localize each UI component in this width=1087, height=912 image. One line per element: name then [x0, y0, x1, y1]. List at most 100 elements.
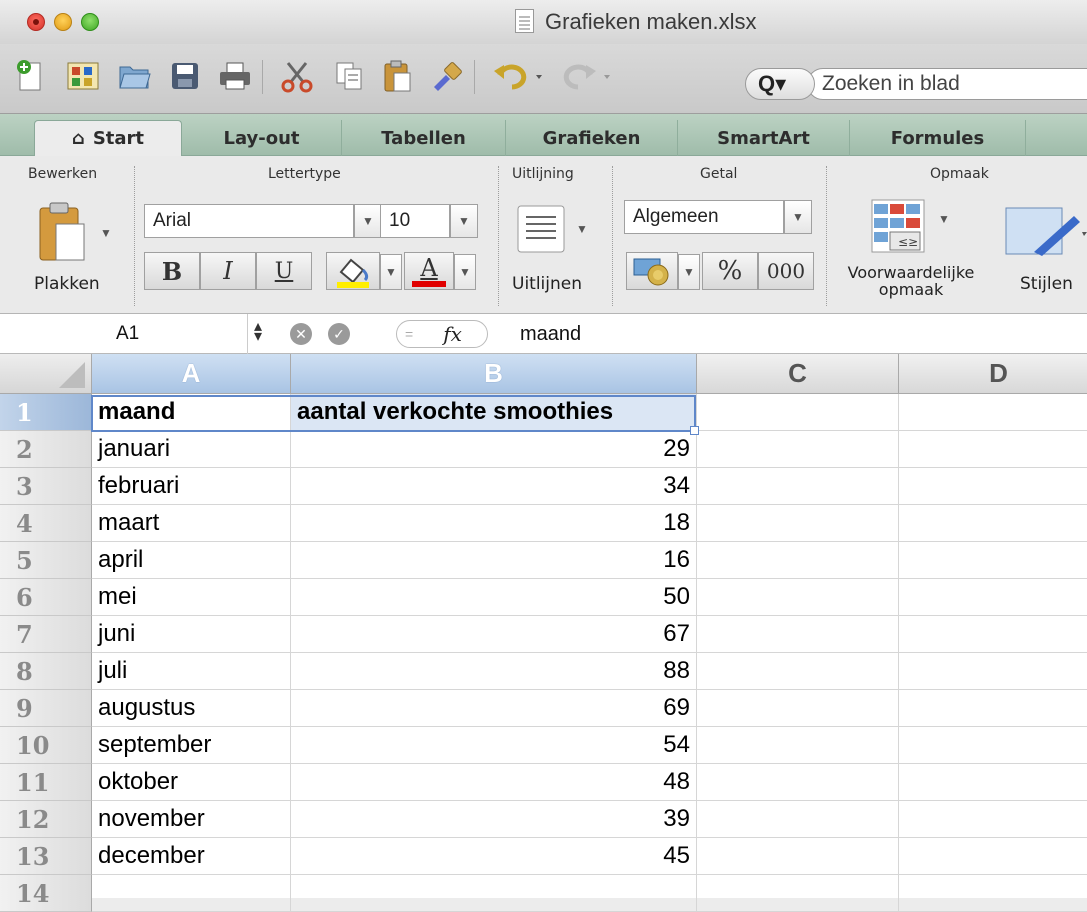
font-size-chevron-icon[interactable]: ▼: [450, 204, 478, 238]
column-header-b[interactable]: B: [291, 354, 697, 394]
table-cell[interactable]: januari: [92, 431, 291, 468]
column-header-d[interactable]: D: [899, 354, 1087, 394]
row-header[interactable]: 11: [0, 764, 92, 801]
styles-button[interactable]: [1004, 206, 1087, 266]
table-cell[interactable]: maand: [92, 394, 291, 431]
table-cell[interactable]: [899, 690, 1087, 727]
table-cell[interactable]: 18: [291, 505, 697, 542]
copy-icon[interactable]: [330, 56, 368, 96]
search-icon[interactable]: Q▾: [745, 68, 815, 100]
cut-icon[interactable]: [278, 56, 316, 96]
gallery-icon[interactable]: [64, 56, 102, 96]
table-cell[interactable]: 50: [291, 579, 697, 616]
tab-tabellen[interactable]: Tabellen: [342, 120, 506, 156]
cancel-icon[interactable]: ✕: [290, 323, 312, 345]
table-cell[interactable]: [899, 838, 1087, 875]
table-cell[interactable]: [291, 875, 697, 912]
number-format-select[interactable]: Algemeen: [624, 200, 784, 234]
thousands-separator-button[interactable]: 000: [758, 252, 814, 290]
row-header[interactable]: 1: [0, 394, 92, 431]
tab-formules[interactable]: Formules: [850, 120, 1026, 156]
table-cell[interactable]: [697, 875, 899, 912]
tab-start[interactable]: ⌂ Start: [34, 120, 182, 156]
table-cell[interactable]: 34: [291, 468, 697, 505]
fill-color-button[interactable]: [326, 252, 380, 290]
table-cell[interactable]: juni: [92, 616, 291, 653]
table-cell[interactable]: mei: [92, 579, 291, 616]
percent-button[interactable]: %: [702, 252, 758, 290]
table-cell[interactable]: [899, 431, 1087, 468]
table-cell[interactable]: juli: [92, 653, 291, 690]
table-cell[interactable]: [899, 394, 1087, 431]
table-cell[interactable]: december: [92, 838, 291, 875]
new-document-icon[interactable]: [12, 56, 50, 96]
row-header[interactable]: 5: [0, 542, 92, 579]
print-icon[interactable]: [216, 56, 254, 96]
table-cell[interactable]: [697, 801, 899, 838]
open-icon[interactable]: [116, 56, 154, 96]
format-painter-icon[interactable]: [428, 56, 466, 96]
table-cell[interactable]: 54: [291, 727, 697, 764]
row-header[interactable]: 13: [0, 838, 92, 875]
row-header[interactable]: 3: [0, 468, 92, 505]
table-cell[interactable]: 29: [291, 431, 697, 468]
table-cell[interactable]: [697, 579, 899, 616]
table-cell[interactable]: [899, 875, 1087, 912]
table-cell[interactable]: [899, 505, 1087, 542]
tab-smartart[interactable]: SmartArt: [678, 120, 850, 156]
table-cell[interactable]: 69: [291, 690, 697, 727]
paste-button[interactable]: ▼: [32, 200, 112, 280]
table-cell[interactable]: [899, 801, 1087, 838]
confirm-icon[interactable]: ✓: [328, 323, 350, 345]
row-header[interactable]: 4: [0, 505, 92, 542]
number-format-chevron-icon[interactable]: ▼: [784, 200, 812, 234]
column-header-c[interactable]: C: [697, 354, 899, 394]
table-cell[interactable]: april: [92, 542, 291, 579]
table-cell[interactable]: [92, 875, 291, 912]
table-cell[interactable]: [899, 579, 1087, 616]
table-cell[interactable]: [697, 653, 899, 690]
italic-button[interactable]: I: [200, 252, 256, 290]
table-cell[interactable]: 16: [291, 542, 697, 579]
table-cell[interactable]: [899, 468, 1087, 505]
name-box-stepper-icon[interactable]: ▴ ▾: [254, 319, 262, 345]
table-cell[interactable]: 45: [291, 838, 697, 875]
table-cell[interactable]: [697, 505, 899, 542]
conditional-formatting-button[interactable]: ≤≥ ▼: [868, 198, 968, 264]
table-cell[interactable]: september: [92, 727, 291, 764]
tab-layout[interactable]: Lay-out: [182, 120, 342, 156]
table-cell[interactable]: maart: [92, 505, 291, 542]
row-header[interactable]: 2: [0, 431, 92, 468]
table-cell[interactable]: [899, 764, 1087, 801]
undo-icon[interactable]: [490, 56, 550, 96]
row-header[interactable]: 12: [0, 801, 92, 838]
column-header-a[interactable]: A: [92, 354, 291, 394]
table-cell[interactable]: [697, 431, 899, 468]
search-input[interactable]: [807, 68, 1087, 100]
table-cell[interactable]: [697, 838, 899, 875]
align-button[interactable]: ▼: [516, 204, 596, 264]
select-all-button[interactable]: [0, 354, 92, 394]
font-name-select[interactable]: Arial: [144, 204, 354, 238]
table-cell[interactable]: november: [92, 801, 291, 838]
table-cell[interactable]: [899, 727, 1087, 764]
underline-button[interactable]: U: [256, 252, 312, 290]
insert-function-button[interactable]: = fx: [396, 320, 488, 348]
row-header[interactable]: 6: [0, 579, 92, 616]
table-cell[interactable]: [697, 616, 899, 653]
font-name-chevron-icon[interactable]: ▼: [354, 204, 382, 238]
table-cell[interactable]: [697, 542, 899, 579]
tab-grafieken[interactable]: Grafieken: [506, 120, 678, 156]
table-cell[interactable]: [697, 690, 899, 727]
table-cell[interactable]: februari: [92, 468, 291, 505]
paste-icon[interactable]: [378, 56, 416, 96]
table-cell[interactable]: oktober: [92, 764, 291, 801]
table-cell[interactable]: 39: [291, 801, 697, 838]
save-icon[interactable]: [166, 56, 204, 96]
minimize-window-button[interactable]: [54, 13, 72, 31]
fill-color-chevron-icon[interactable]: ▼: [380, 254, 402, 290]
table-cell[interactable]: 67: [291, 616, 697, 653]
row-header[interactable]: 7: [0, 616, 92, 653]
bold-button[interactable]: B: [144, 252, 200, 290]
row-header[interactable]: 9: [0, 690, 92, 727]
